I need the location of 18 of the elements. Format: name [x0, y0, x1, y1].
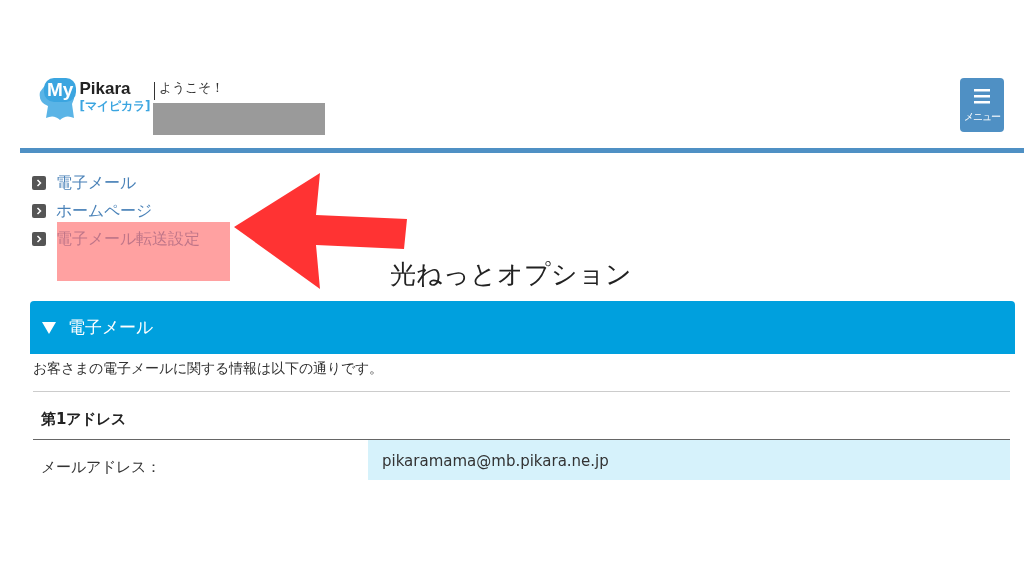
- logo-text: My: [44, 78, 77, 102]
- welcome-text: ようこそ！: [159, 79, 226, 97]
- section-description: お客さまの電子メールに関する情報は以下の通りです。: [33, 354, 1010, 392]
- chevron-icon: [32, 176, 46, 190]
- section-header[interactable]: 電子メール: [30, 301, 1015, 354]
- nav-link[interactable]: ホームページ: [56, 200, 152, 222]
- menu-button[interactable]: メニュー: [960, 78, 1004, 132]
- page-title: 光ねっとオプション: [389, 258, 633, 291]
- field-label: メールアドレス：: [40, 456, 162, 478]
- section-title: 電子メール: [68, 316, 153, 339]
- chevron-icon: [32, 232, 46, 246]
- logo-subtitle: [マイピカラ]: [79, 99, 151, 115]
- menu-icon: [974, 88, 990, 104]
- field-value: pikaramama@mb.pikara.ne.jp: [368, 440, 1010, 480]
- triangle-icon: [42, 321, 56, 334]
- nav-link[interactable]: 電子メール: [56, 172, 136, 194]
- chevron-icon: [32, 204, 46, 218]
- logo-brand: Pikara: [79, 79, 132, 99]
